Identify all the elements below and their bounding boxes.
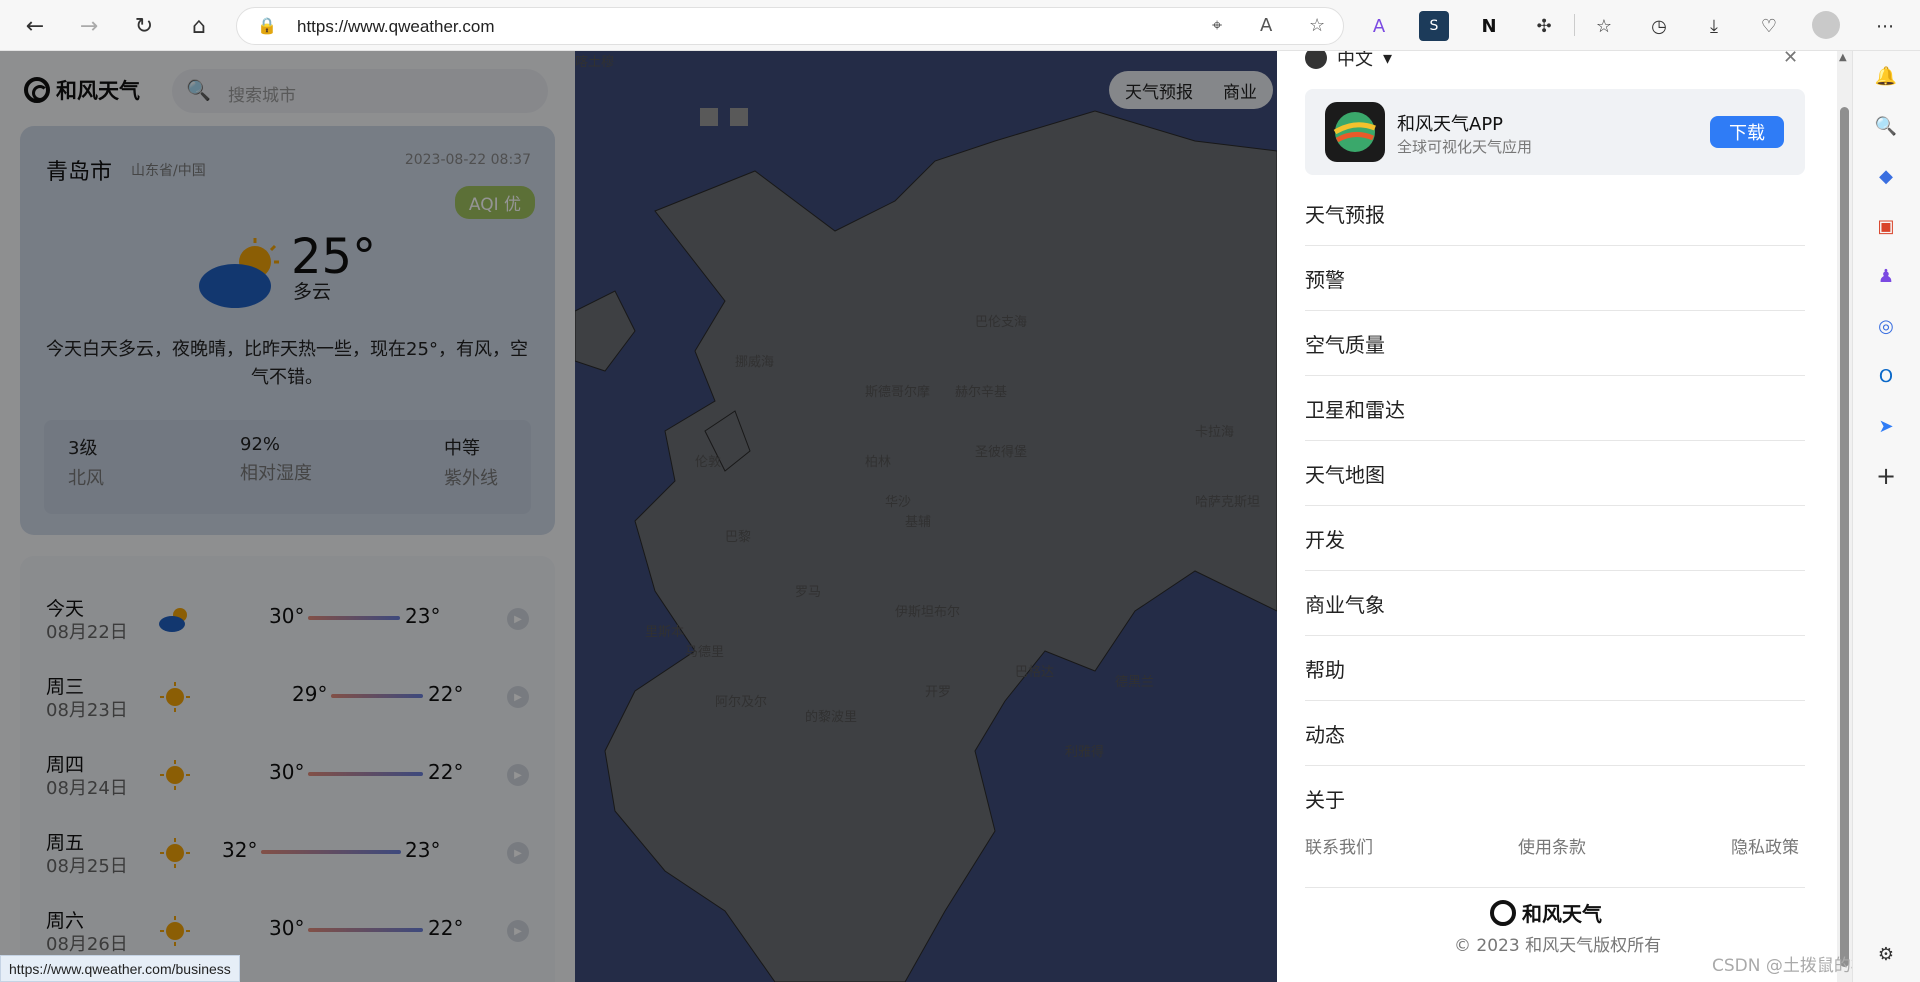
lock-icon: 🔒 — [257, 16, 277, 35]
menu-item-business[interactable]: 商业气象 — [1305, 571, 1805, 636]
menu-item-help[interactable]: 帮助 — [1305, 636, 1805, 701]
more-menu-icon[interactable]: ⋯ — [1870, 11, 1900, 41]
privacy-link[interactable]: 隐私政策 — [1731, 833, 1799, 858]
caret-down-icon: ▾ — [1383, 51, 1393, 69]
language-selector[interactable]: 中文 ▾ — [1305, 51, 1392, 71]
menu-item-air-quality[interactable]: 空气质量 — [1305, 311, 1805, 376]
modal-backdrop[interactable] — [0, 51, 1277, 982]
notification-bell-icon[interactable]: 🔔 — [1873, 63, 1899, 89]
download-icon[interactable]: ⤓ — [1699, 11, 1729, 41]
search-icon[interactable]: 🔍 — [1873, 113, 1899, 139]
download-button[interactable]: 下载 — [1710, 116, 1784, 148]
status-url: https://www.qweather.com/business — [0, 955, 240, 982]
settings-gear-icon[interactable]: ⚙ — [1873, 941, 1899, 967]
read-aloud-icon[interactable]: A — [1260, 15, 1272, 36]
refresh-icon: ↻ — [134, 13, 154, 39]
add-icon[interactable]: + — [1873, 462, 1899, 490]
toolbox-icon[interactable]: ▣ — [1873, 213, 1899, 239]
extension-s-icon[interactable]: S — [1419, 11, 1449, 41]
qweather-logo-icon — [1490, 899, 1516, 926]
app-name: 和风天气APP — [1397, 114, 1504, 135]
tag-icon[interactable]: ◆ — [1873, 163, 1899, 189]
address-text[interactable]: https://www.qweather.com — [297, 17, 494, 37]
browser-toolbar: ← → ↻ ⌂ 🔒 https://www.qweather.com ⌖ A ☆… — [0, 0, 1920, 51]
menu-item-about[interactable]: 关于 — [1305, 766, 1805, 831]
address-bar[interactable]: 🔒 https://www.qweather.com ⌖ A ☆ — [236, 7, 1344, 45]
games-icon[interactable]: ♟ — [1873, 263, 1899, 289]
notion-icon[interactable]: N — [1474, 11, 1504, 41]
profile-avatar-icon[interactable] — [1812, 11, 1840, 39]
forward-icon: → — [79, 13, 99, 39]
terms-link[interactable]: 使用条款 — [1518, 833, 1586, 858]
performance-icon[interactable]: ♡ — [1754, 11, 1784, 41]
translate-extension-icon[interactable]: A — [1364, 11, 1394, 41]
history-icon[interactable]: ◷ — [1644, 11, 1674, 41]
contact-link[interactable]: 联系我们 — [1305, 833, 1373, 858]
menu-item-warning[interactable]: 预警 — [1305, 246, 1805, 311]
copyright-text: © 2023 和风天气版权所有 — [1454, 936, 1662, 956]
home-button[interactable]: ⌂ — [182, 9, 216, 43]
page-content: 和风天气 🔍 搜索城市 青岛市 山东省/中国 2023-08-22 08:37 … — [0, 51, 1852, 982]
scroll-thumb[interactable] — [1840, 107, 1849, 967]
menu-item-weather-map[interactable]: 天气地图 — [1305, 441, 1805, 506]
copilot-icon[interactable]: ◎ — [1873, 313, 1899, 339]
back-button[interactable]: ← — [18, 9, 52, 43]
menu-item-forecast[interactable]: 天气预报 — [1305, 181, 1805, 246]
menu-item-news[interactable]: 动态 — [1305, 701, 1805, 766]
footer-logo: 和风天气 — [1490, 898, 1602, 927]
home-icon: ⌂ — [192, 13, 206, 39]
menu-item-develop[interactable]: 开发 — [1305, 506, 1805, 571]
nav-drawer: 中文 ▾ ✕ 和风天气APP 全球可视化天气应用 下载 天气预报 预警 空气质量… — [1277, 51, 1837, 982]
back-icon: ← — [25, 13, 45, 39]
app-promo-card: 和风天气APP 全球可视化天气应用 下载 — [1305, 89, 1805, 175]
forward-button[interactable]: → — [72, 9, 106, 43]
send-icon[interactable]: ➤ — [1873, 413, 1899, 439]
menu-item-satellite-radar[interactable]: 卫星和雷达 — [1305, 376, 1805, 441]
scroll-up-icon[interactable]: ▲ — [1839, 52, 1847, 63]
toolbar-divider — [1574, 14, 1575, 36]
extensions-icon[interactable]: ✣ — [1529, 11, 1559, 41]
favorite-add-icon[interactable]: ☆ — [1309, 15, 1325, 36]
app-description: 全球可视化天气应用 — [1397, 138, 1533, 156]
globe-icon — [1305, 51, 1327, 69]
outlook-icon[interactable]: O — [1873, 363, 1899, 389]
location-icon[interactable]: ⌖ — [1212, 15, 1222, 36]
app-logo-icon — [1325, 102, 1385, 162]
favorites-icon[interactable]: ☆ — [1589, 11, 1619, 41]
close-icon[interactable]: ✕ — [1783, 51, 1798, 68]
page-scrollbar[interactable]: ▲ — [1837, 51, 1852, 982]
refresh-button[interactable]: ↻ — [127, 9, 161, 43]
footer-links: 联系我们 使用条款 隐私政策 — [1305, 833, 1805, 888]
browser-sidebar: 🔔 🔍 ◆ ▣ ♟ ◎ O ➤ + ⚙ — [1852, 51, 1920, 982]
